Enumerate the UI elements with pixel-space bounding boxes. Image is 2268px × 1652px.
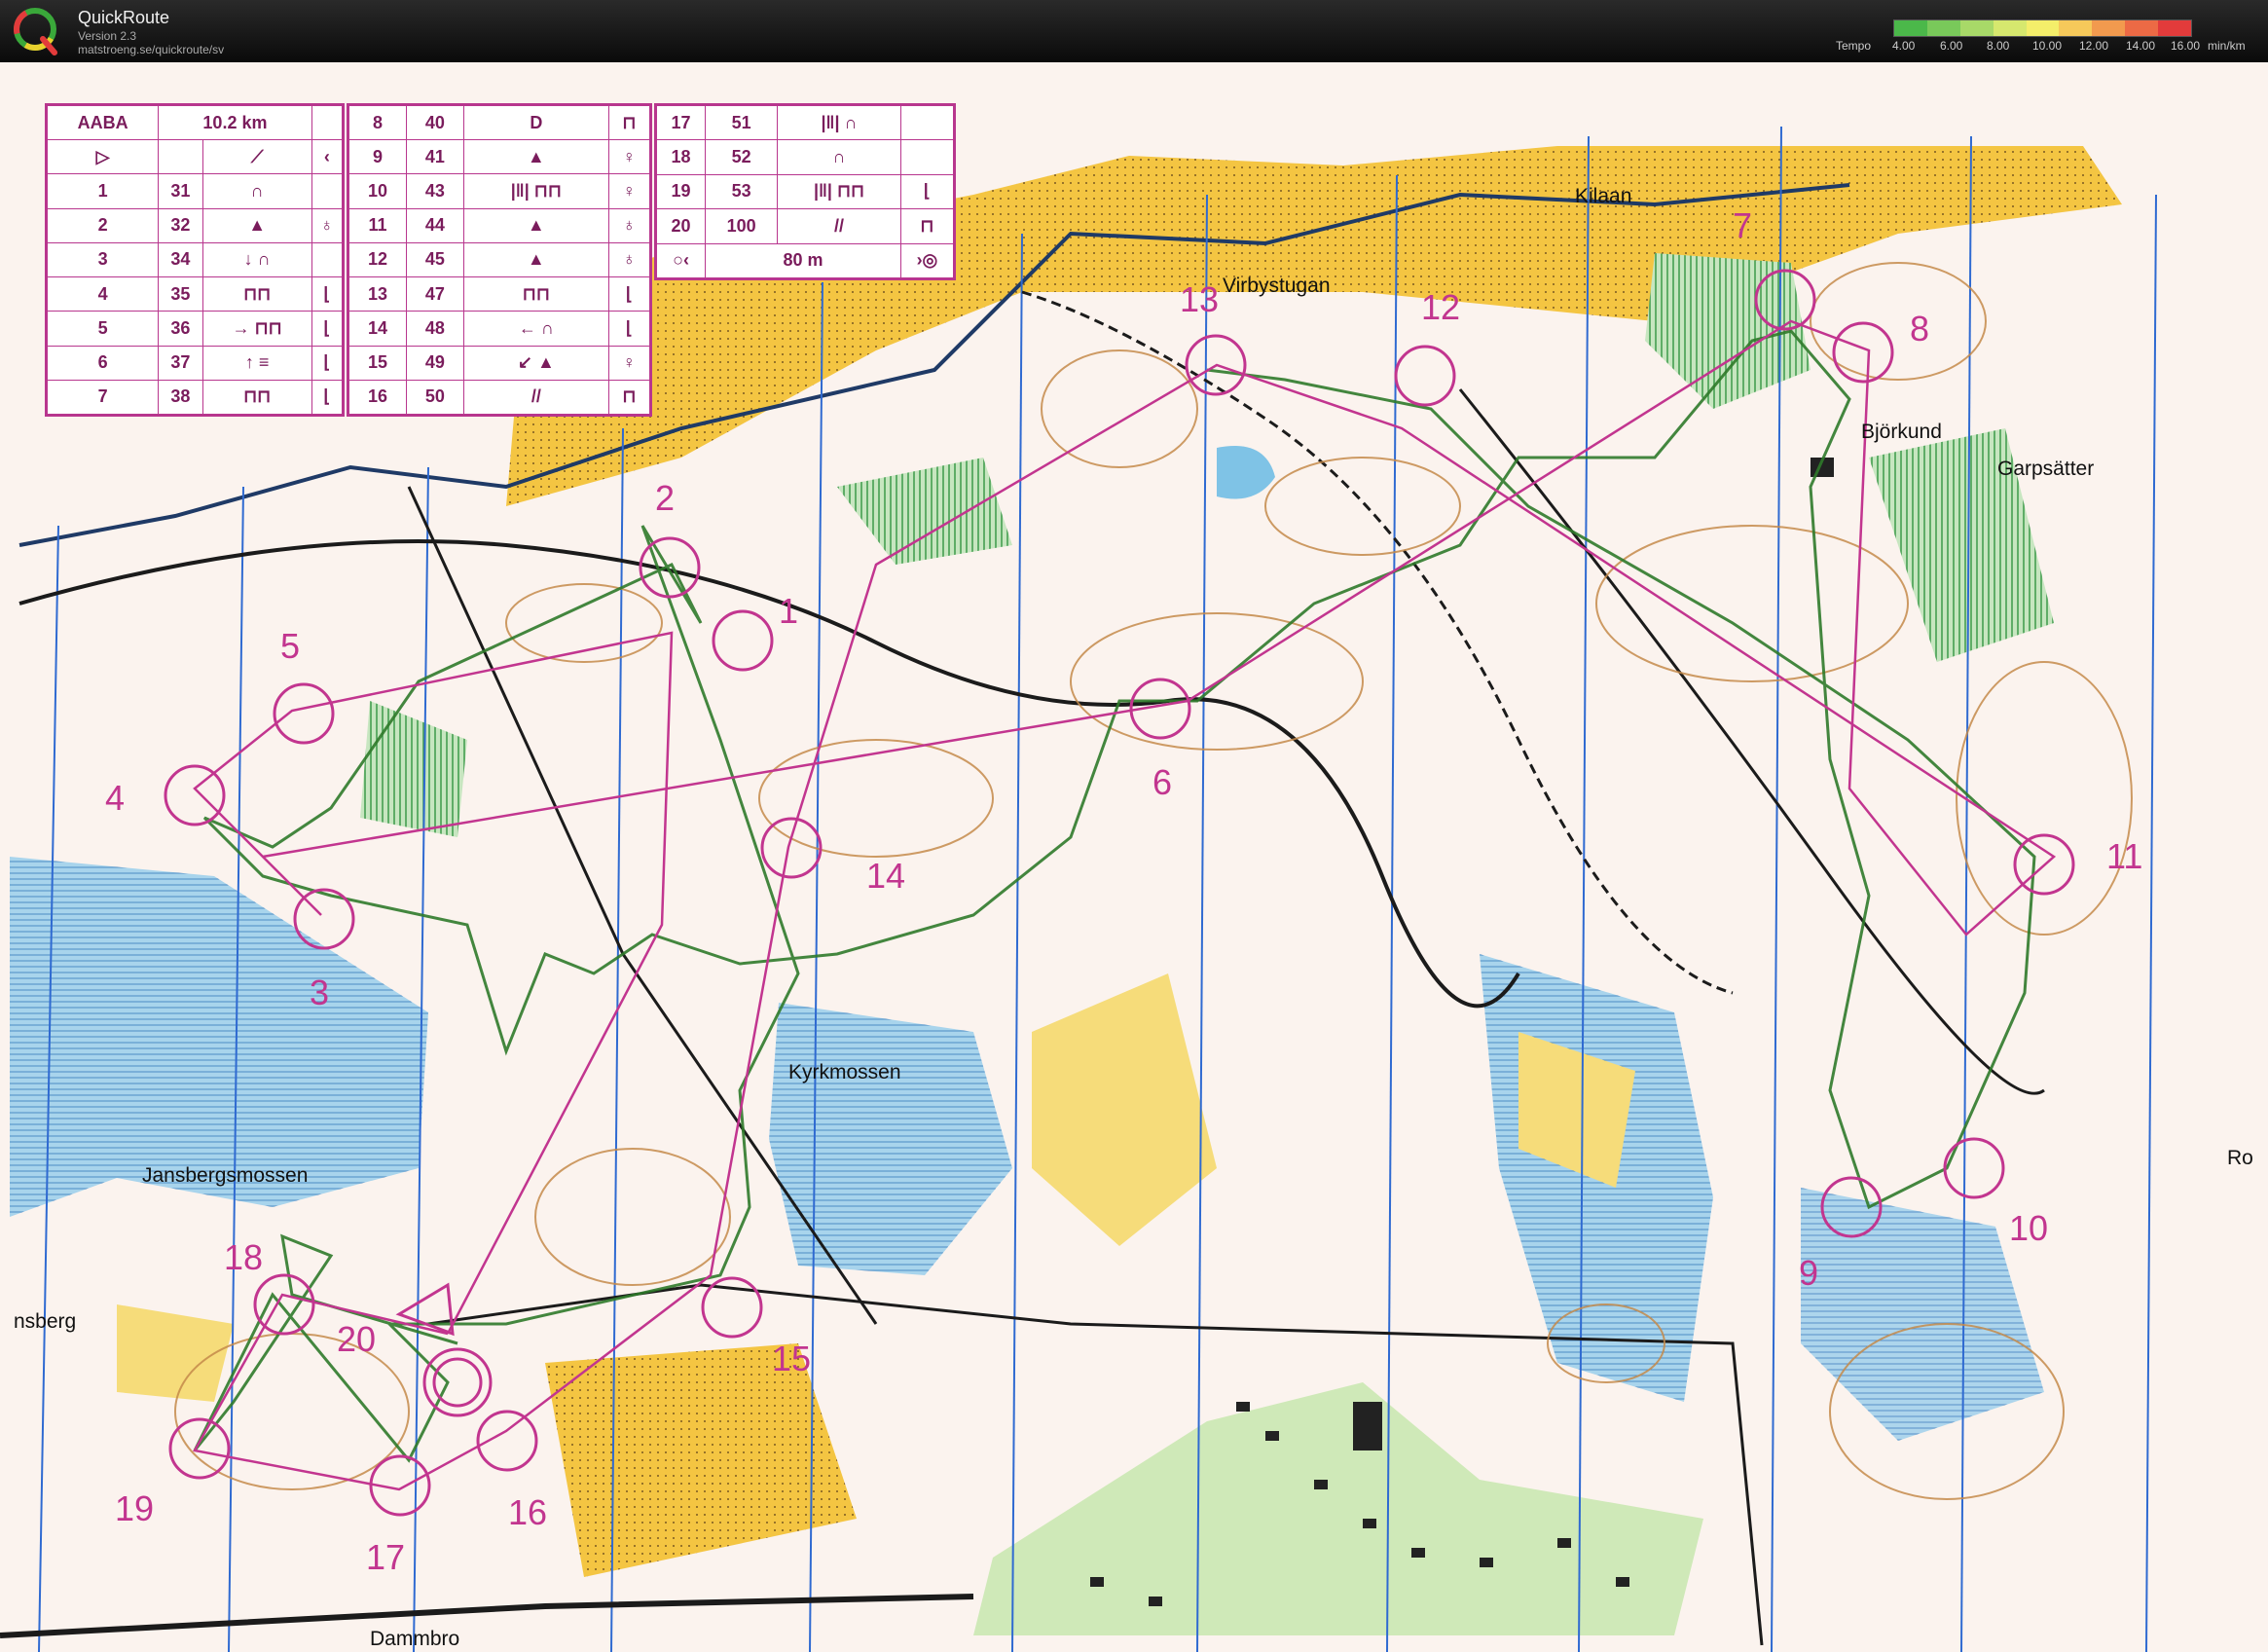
control-label: 10 [2009,1208,2048,1248]
tempo-color-step [1926,20,1960,36]
control-label: 1 [779,591,798,631]
tempo-tick: 12.00 [2079,39,2109,53]
tempo-label: Tempo [1836,39,1872,53]
app-url: matstroeng.se/quickroute/sv [78,43,225,56]
tempo-tick: 14.00 [2126,39,2156,53]
course-length: 10.2 km [158,104,312,141]
control-label: 11 [2106,836,2142,876]
tempo-color-step [2059,20,2093,36]
control-description-a: AABA 10.2 km ▷ ⟋ ‹ 1 31 ∩ 2 32 ▲ ♁ 3 34 ↓ ∩ 4 35 ⊓⊓ ⌊… [45,103,345,417]
app-version: Version 2.3 [78,29,137,43]
tempo-tick: 8.00 [1987,39,2010,53]
finish-icon: ○‹ [655,242,707,279]
control-description-b: 8 40 D ⊓ 9 41 ▲ ♀ 10 43 |‖| ⊓⊓ ♀ 11 44 ▲ ♁ 12 45 ▲ ♁ 13… [347,103,652,417]
control-label: 7 [1733,205,1752,245]
control-description-c: 17 51 |‖| ∩ 18 52 ∩ 19 53 |‖| ⊓⊓ ⌊ 20 100//⊓ ○‹ 8… [654,103,956,280]
control-label: 18 [224,1237,263,1277]
start-triangle-icon: ▷ [46,139,160,175]
control-label: 8 [1910,309,1929,349]
place-nsberg: nsberg [14,1310,76,1333]
finish-distance: 80 m [705,242,901,279]
place-ro: Ro [2227,1147,2253,1169]
control-label: 20 [337,1319,376,1359]
control-label: 3 [310,973,329,1012]
place-virbystugan: Virbystugan [1223,275,1331,297]
finish-icon: ›◎ [899,242,955,279]
tempo-tick: 6.00 [1940,39,1963,53]
orienteering-map[interactable]: 1 2 3 4 5 6 7 8 9 10 11 12 13 14 15 16 1… [0,62,2268,1652]
control-label: 14 [866,856,905,896]
control-label: 19 [115,1488,154,1528]
tempo-unit: min/km [2208,39,2246,53]
control-label: 2 [655,478,675,518]
control-label: 15 [772,1339,811,1378]
control-label: 17 [366,1537,405,1577]
control-label: 4 [105,778,125,818]
place-dammbro: Dammbro [370,1628,459,1650]
tempo-tick: 10.00 [2032,39,2063,53]
tempo-color-step [2158,20,2192,36]
tempo-color-step [2026,20,2060,36]
tempo-tick: 4.00 [1892,39,1916,53]
place-kyrkmossen: Kyrkmossen [788,1061,901,1083]
control-label: 16 [508,1492,547,1532]
control-label: 9 [1799,1253,1818,1293]
tempo-color-step [2092,20,2126,36]
title-bar: QuickRoute Version 2.3 matstroeng.se/qui… [0,0,2268,62]
course-name: AABA [46,104,160,141]
tempo-legend: Tempo 4.00 6.00 8.00 10.00 12.00 14.00 1… [1830,14,2258,56]
place-garpsatter: Garpsätter [1997,458,2094,480]
tempo-color-step [2125,20,2159,36]
place-bjorkund: Björkund [1861,421,1942,443]
place-kilaan: Kilaan [1575,185,1631,207]
app-name: QuickRoute [78,8,170,27]
control-label: 12 [1421,287,1460,327]
control-label: 13 [1180,279,1219,319]
tempo-color-step [1959,20,1994,36]
control-label: 5 [280,626,300,666]
tempo-color-step [1993,20,2027,36]
place-jansbergsmossen: Jansbergsmossen [142,1164,308,1187]
control-label: 6 [1152,762,1172,802]
tempo-color-scale [1893,19,2192,37]
tempo-color-step [1894,20,1927,36]
tempo-tick: 16.00 [2171,39,2201,53]
quickroute-logo-icon [14,8,57,55]
